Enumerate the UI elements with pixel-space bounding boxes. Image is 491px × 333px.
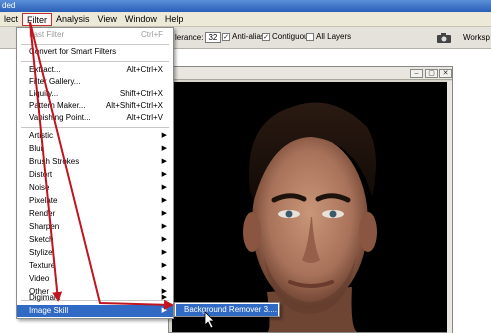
menu-item-image-skill[interactable]: Image Skill ▶ [17, 305, 173, 317]
image-skill-submenu: Background Remover 3.... [174, 302, 280, 317]
submenu-arrow-icon: ▶ [161, 294, 167, 301]
menu-item-blur[interactable]: Blur ▶ [17, 143, 173, 155]
vanishing-point-shortcut: Alt+Ctrl+V [126, 113, 163, 122]
menu-item-liquify[interactable]: Liquify... Shift+Ctrl+X [17, 88, 173, 100]
menu-filter[interactable]: Filter [22, 12, 53, 26]
category-label: Brush Strokes [29, 157, 80, 166]
contiguous-option[interactable]: ✓ Contiguous [262, 32, 312, 41]
tolerance-label: lerance: [175, 33, 204, 42]
window-title: ded [2, 1, 16, 10]
menu-item-vanishing-point[interactable]: Vanishing Point... Alt+Ctrl+V [17, 112, 173, 124]
filter-gallery-label: Filter Gallery... [29, 77, 81, 86]
menu-item-filter-gallery[interactable]: Filter Gallery... [17, 76, 173, 88]
last-filter-shortcut: Ctrl+F [141, 30, 163, 39]
image-canvas[interactable] [172, 82, 449, 332]
document-window: – ▢ ✕ [168, 66, 453, 333]
menu-item-extract[interactable]: Extract... Alt+Ctrl+X [17, 64, 173, 76]
menu-item-sketch[interactable]: Sketch ▶ [17, 234, 173, 246]
tolerance-input[interactable]: 32 [205, 32, 222, 43]
portrait-image [172, 82, 449, 332]
category-label: Distort [29, 170, 53, 179]
submenu-arrow-icon: ▶ [161, 184, 167, 191]
submenu-arrow-icon: ▶ [161, 145, 167, 152]
category-label: Stylize [29, 248, 53, 257]
menu-item-video[interactable]: Video ▶ [17, 273, 173, 285]
menu-view[interactable]: View [94, 13, 121, 26]
menu-analysis[interactable]: Analysis [52, 13, 94, 26]
category-label: Video [29, 274, 50, 283]
all-layers-label: All Layers [316, 32, 352, 41]
category-label: Texture [29, 261, 56, 270]
menu-help[interactable]: Help [161, 13, 188, 26]
submenu-arrow-icon: ▶ [161, 171, 167, 178]
category-label: Sketch [29, 235, 54, 244]
submenu-arrow-icon: ▶ [161, 158, 167, 165]
workspace-label[interactable]: Worksp [463, 33, 490, 42]
category-label: Render [29, 209, 56, 218]
menu-item-convert-smart-filters[interactable]: Convert for Smart Filters [17, 46, 173, 58]
submenu-arrow-icon: ▶ [161, 197, 167, 204]
submenu-arrow-icon: ▶ [161, 262, 167, 269]
contiguous-checkbox[interactable]: ✓ [262, 32, 270, 41]
all-layers-checkbox[interactable] [306, 32, 314, 41]
plugin-label: Image Skill [29, 306, 69, 315]
close-icon[interactable]: ✕ [439, 69, 452, 78]
menu-bar: lect Filter Analysis View Window Help [0, 12, 491, 27]
filter-menu: Last Filter Ctrl+F Convert for Smart Fil… [16, 27, 174, 319]
menu-item-pattern-maker[interactable]: Pattern Maker... Alt+Shift+Ctrl+X [17, 100, 173, 112]
menu-item-stylize[interactable]: Stylize ▶ [17, 247, 173, 259]
tolerance-option: lerance: 32 [175, 32, 222, 43]
pattern-maker-shortcut: Alt+Shift+Ctrl+X [105, 101, 163, 110]
anti-alias-checkbox[interactable]: ✓ [222, 32, 230, 41]
menu-item-background-remover[interactable]: Background Remover 3.... [176, 304, 278, 316]
menu-separator [21, 44, 169, 45]
submenu-arrow-icon: ▶ [161, 307, 167, 314]
liquify-label: Liquify... [29, 89, 59, 98]
anti-alias-label: Anti-alias [232, 32, 265, 41]
vanishing-point-label: Vanishing Point... [29, 113, 91, 122]
menu-window[interactable]: Window [121, 13, 161, 26]
category-label: Blur [29, 144, 44, 153]
maximize-icon[interactable]: ▢ [425, 69, 438, 78]
menu-item-artistic[interactable]: Artistic ▶ [17, 130, 173, 142]
plugin-label: Digimarc [29, 293, 61, 302]
pattern-maker-label: Pattern Maker... [29, 101, 86, 110]
menu-item-render[interactable]: Render ▶ [17, 208, 173, 220]
liquify-shortcut: Shift+Ctrl+X [119, 89, 163, 98]
document-title-bar[interactable]: – ▢ ✕ [169, 67, 452, 80]
submenu-arrow-icon: ▶ [161, 223, 167, 230]
menu-item-digimarc[interactable]: Digimarc ▶ [17, 292, 173, 304]
submenu-arrow-icon: ▶ [161, 275, 167, 282]
menu-item-texture[interactable]: Texture ▶ [17, 260, 173, 272]
submenu-arrow-icon: ▶ [161, 249, 167, 256]
category-label: Noise [29, 183, 50, 192]
camera-icon[interactable] [436, 32, 452, 44]
menu-separator [21, 61, 169, 62]
menu-item-brush-strokes[interactable]: Brush Strokes ▶ [17, 156, 173, 168]
submenu-arrow-icon: ▶ [161, 210, 167, 217]
menu-item-sharpen[interactable]: Sharpen ▶ [17, 221, 173, 233]
menu-item-noise[interactable]: Noise ▶ [17, 182, 173, 194]
extract-label: Extract... [29, 65, 61, 74]
anti-alias-option[interactable]: ✓ Anti-alias [222, 32, 265, 41]
menu-separator [21, 127, 169, 128]
category-label: Artistic [29, 131, 53, 140]
all-layers-option[interactable]: All Layers [306, 32, 351, 41]
menu-item-pixelate[interactable]: Pixelate ▶ [17, 195, 173, 207]
menu-select[interactable]: lect [0, 13, 22, 26]
minimize-icon[interactable]: – [410, 69, 423, 78]
category-label: Sharpen [29, 222, 60, 231]
vertical-scrollbar[interactable] [447, 81, 452, 333]
menu-item-distort[interactable]: Distort ▶ [17, 169, 173, 181]
submenu-arrow-icon: ▶ [161, 132, 167, 139]
last-filter-label: Last Filter [29, 30, 65, 39]
extract-shortcut: Alt+Ctrl+X [126, 65, 163, 74]
convert-smart-filters-label: Convert for Smart Filters [29, 47, 117, 56]
category-label: Pixelate [29, 196, 58, 205]
window-title-bar: ded [0, 0, 491, 12]
submenu-arrow-icon: ▶ [161, 236, 167, 243]
menu-item-last-filter[interactable]: Last Filter Ctrl+F [17, 29, 173, 41]
